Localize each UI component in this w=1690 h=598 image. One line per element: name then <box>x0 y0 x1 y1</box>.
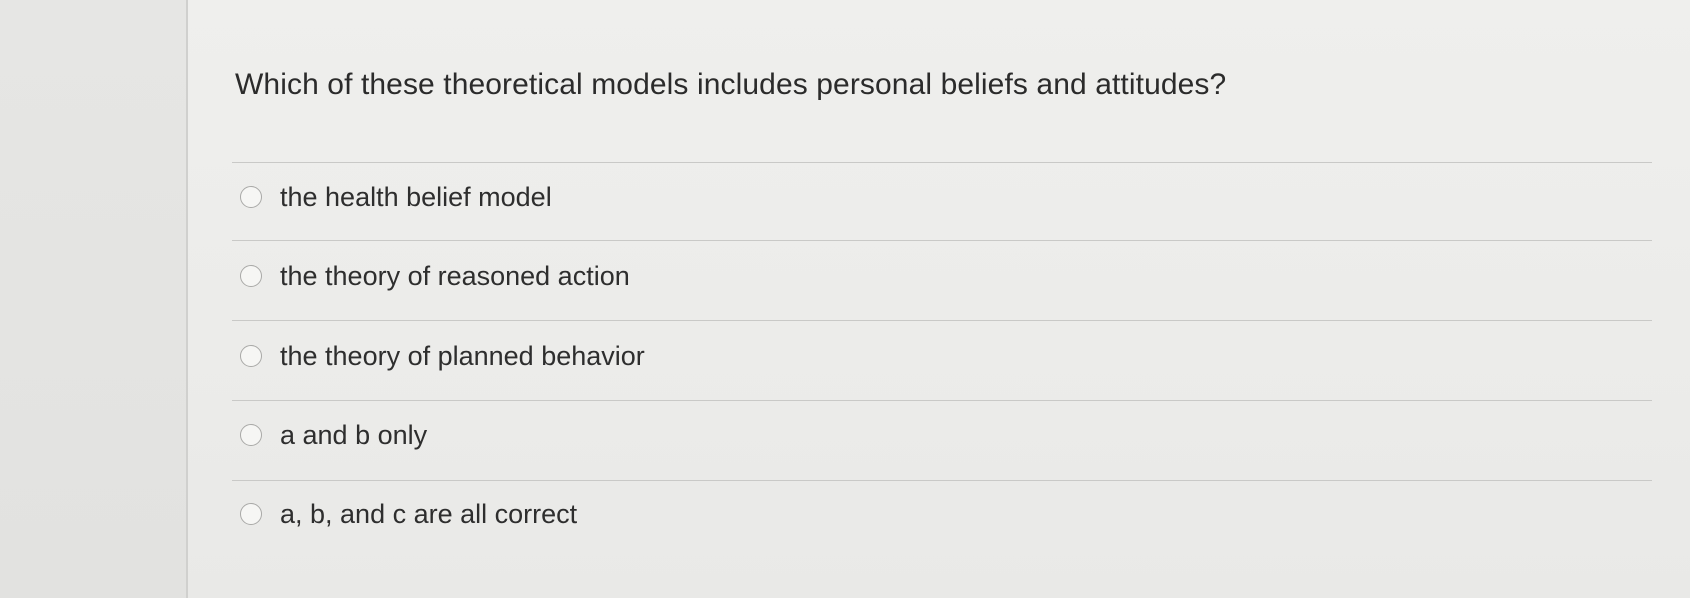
radio-button[interactable] <box>240 424 262 446</box>
answer-label: the theory of reasoned action <box>280 260 630 291</box>
answer-option-b[interactable]: the theory of reasoned action <box>240 256 630 296</box>
radio-button[interactable] <box>240 186 262 208</box>
answer-option-c[interactable]: the theory of planned behavior <box>240 336 645 376</box>
radio-button[interactable] <box>240 345 262 367</box>
radio-button[interactable] <box>240 503 262 525</box>
answer-label: a and b only <box>280 419 428 450</box>
answer-option-a[interactable]: the health belief model <box>240 177 552 217</box>
question-panel: Which of these theoretical models includ… <box>186 0 1690 598</box>
screen: Which of these theoretical models includ… <box>0 0 1690 598</box>
answer-label: a, b, and c are all correct <box>280 498 578 529</box>
divider <box>232 480 1652 481</box>
answer-label: the theory of planned behavior <box>280 340 645 371</box>
divider <box>232 320 1652 321</box>
divider <box>232 400 1652 401</box>
question-text: Which of these theoretical models includ… <box>235 68 1227 101</box>
divider <box>232 162 1652 163</box>
answer-label: the health belief model <box>280 181 552 212</box>
answer-option-e[interactable]: a, b, and c are all correct <box>240 494 577 534</box>
left-margin <box>0 0 186 598</box>
radio-button[interactable] <box>240 265 262 287</box>
divider <box>232 240 1652 241</box>
answer-option-d[interactable]: a and b only <box>240 415 427 455</box>
